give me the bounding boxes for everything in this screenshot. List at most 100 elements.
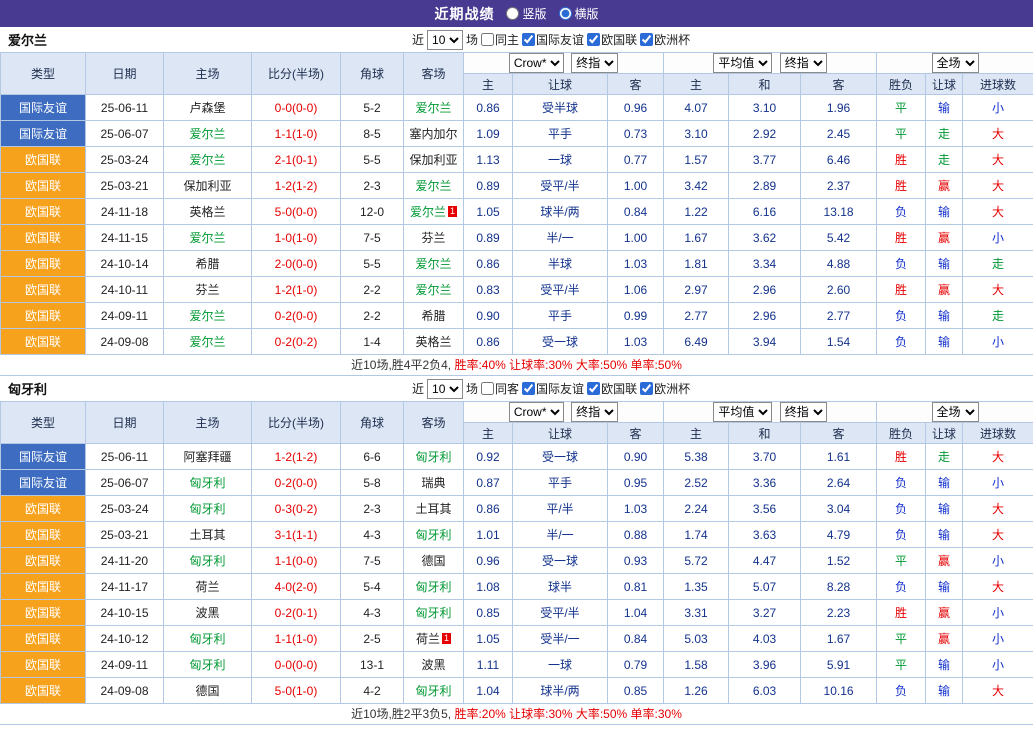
home-team-cell[interactable]: 爱尔兰 [164,121,252,147]
home-team-cell[interactable]: 匈牙利 [164,470,252,496]
match-score[interactable]: 1-2(1-2) [252,173,341,199]
comp-friendly-input[interactable] [522,33,535,46]
comp-nations-league-input[interactable] [587,33,600,46]
handicap-odds-home: 1.04 [464,678,513,704]
match-score[interactable]: 2-0(0-0) [252,251,341,277]
match-score[interactable]: 1-0(1-0) [252,225,341,251]
match-score[interactable]: 4-0(2-0) [252,574,341,600]
home-team-cell[interactable]: 爱尔兰 [164,329,252,355]
comp-euro-input[interactable] [640,33,653,46]
euro-average-select[interactable]: 平均值 [713,402,772,422]
home-team-cell[interactable]: 匈牙利 [164,626,252,652]
match-score[interactable]: 2-1(0-1) [252,147,341,173]
away-team-cell[interactable]: 爱尔兰 [404,95,464,121]
home-team-cell[interactable]: 荷兰 [164,574,252,600]
away-team-cell[interactable]: 希腊 [404,303,464,329]
bookmaker-select[interactable]: Crow* [509,402,564,422]
comp-friendly-checkbox[interactable]: 国际友谊 [522,31,584,48]
away-team-cell[interactable]: 德国 [404,548,464,574]
comp-nations-league-checkbox[interactable]: 欧国联 [587,31,637,48]
euro-odds-away: 6.46 [801,147,877,173]
away-team-cell[interactable]: 爱尔兰1 [404,199,464,225]
home-team-cell[interactable]: 英格兰 [164,199,252,225]
home-team-cell[interactable]: 爱尔兰 [164,147,252,173]
euro-stage-select[interactable]: 终指 [780,53,827,73]
home-team-cell[interactable]: 阿塞拜疆 [164,444,252,470]
result-scope-select[interactable]: 全场 [932,53,979,73]
home-team-cell[interactable]: 波黑 [164,600,252,626]
home-team-cell[interactable]: 匈牙利 [164,496,252,522]
away-team-cell[interactable]: 匈牙利 [404,574,464,600]
away-team-cell[interactable]: 匈牙利 [404,522,464,548]
match-score[interactable]: 0-2(0-2) [252,329,341,355]
layout-option-horizontal[interactable]: 横版 [559,5,599,22]
horizontal-layout-radio[interactable] [559,7,572,20]
home-team-cell[interactable]: 保加利亚 [164,173,252,199]
match-score[interactable]: 0-2(0-0) [252,303,341,329]
away-team-cell[interactable]: 匈牙利 [404,678,464,704]
home-team-cell[interactable]: 爱尔兰 [164,303,252,329]
result-goals: 小 [963,626,1033,652]
same-venue-input[interactable] [481,382,494,395]
home-team-cell[interactable]: 爱尔兰 [164,225,252,251]
home-team-cell[interactable]: 芬兰 [164,277,252,303]
match-count-select[interactable]: 10 [427,379,463,399]
comp-friendly-checkbox[interactable]: 国际友谊 [522,380,584,397]
handicap-stage-select[interactable]: 终指 [571,402,618,422]
match-score[interactable]: 0-2(0-1) [252,600,341,626]
home-team-cell[interactable]: 希腊 [164,251,252,277]
away-team-cell[interactable]: 芬兰 [404,225,464,251]
home-team-name: 保加利亚 [183,179,231,193]
home-team-cell[interactable]: 匈牙利 [164,548,252,574]
match-score[interactable]: 5-0(1-0) [252,678,341,704]
match-score[interactable]: 1-1(1-0) [252,121,341,147]
away-team-cell[interactable]: 荷兰1 [404,626,464,652]
home-team-cell[interactable]: 土耳其 [164,522,252,548]
handicap-odds-home: 1.05 [464,626,513,652]
bookmaker-select[interactable]: Crow* [509,53,564,73]
comp-euro-checkbox[interactable]: 欧洲杯 [640,31,690,48]
match-count-select[interactable]: 10 [427,30,463,50]
comp-euro-input[interactable] [640,382,653,395]
home-team-cell[interactable]: 卢森堡 [164,95,252,121]
away-team-cell[interactable]: 土耳其 [404,496,464,522]
result-scope-select[interactable]: 全场 [932,402,979,422]
same-venue-checkbox[interactable]: 同客 [481,380,519,397]
match-score[interactable]: 1-1(0-0) [252,548,341,574]
away-team-cell[interactable]: 爱尔兰 [404,251,464,277]
away-team-cell[interactable]: 匈牙利 [404,444,464,470]
match-score[interactable]: 0-0(0-0) [252,95,341,121]
vertical-layout-radio[interactable] [506,7,519,20]
home-team-cell[interactable]: 匈牙利 [164,652,252,678]
match-score[interactable]: 0-0(0-0) [252,652,341,678]
col-home: 主场 [164,53,252,95]
away-team-cell[interactable]: 爱尔兰 [404,277,464,303]
result-goals: 大 [963,574,1033,600]
match-score[interactable]: 1-2(1-0) [252,277,341,303]
match-score[interactable]: 3-1(1-1) [252,522,341,548]
handicap-stage-select[interactable]: 终指 [571,53,618,73]
same-venue-checkbox[interactable]: 同主 [481,31,519,48]
comp-nations-league-checkbox[interactable]: 欧国联 [587,380,637,397]
away-team-cell[interactable]: 爱尔兰 [404,173,464,199]
away-team-cell[interactable]: 匈牙利 [404,600,464,626]
comp-euro-checkbox[interactable]: 欧洲杯 [640,380,690,397]
match-score[interactable]: 0-3(0-2) [252,496,341,522]
euro-stage-select[interactable]: 终指 [780,402,827,422]
away-team-cell[interactable]: 瑞典 [404,470,464,496]
away-team-cell[interactable]: 保加利亚 [404,147,464,173]
match-score[interactable]: 0-2(0-0) [252,470,341,496]
away-team-cell[interactable]: 英格兰 [404,329,464,355]
away-team-cell[interactable]: 波黑 [404,652,464,678]
home-team-cell[interactable]: 德国 [164,678,252,704]
match-score[interactable]: 1-1(1-0) [252,626,341,652]
col-corner: 角球 [341,53,404,95]
away-team-cell[interactable]: 塞内加尔 [404,121,464,147]
match-score[interactable]: 5-0(0-0) [252,199,341,225]
comp-friendly-input[interactable] [522,382,535,395]
layout-option-vertical[interactable]: 竖版 [506,5,546,22]
comp-nations-league-input[interactable] [587,382,600,395]
euro-average-select[interactable]: 平均值 [713,53,772,73]
match-score[interactable]: 1-2(1-2) [252,444,341,470]
same-venue-input[interactable] [481,33,494,46]
